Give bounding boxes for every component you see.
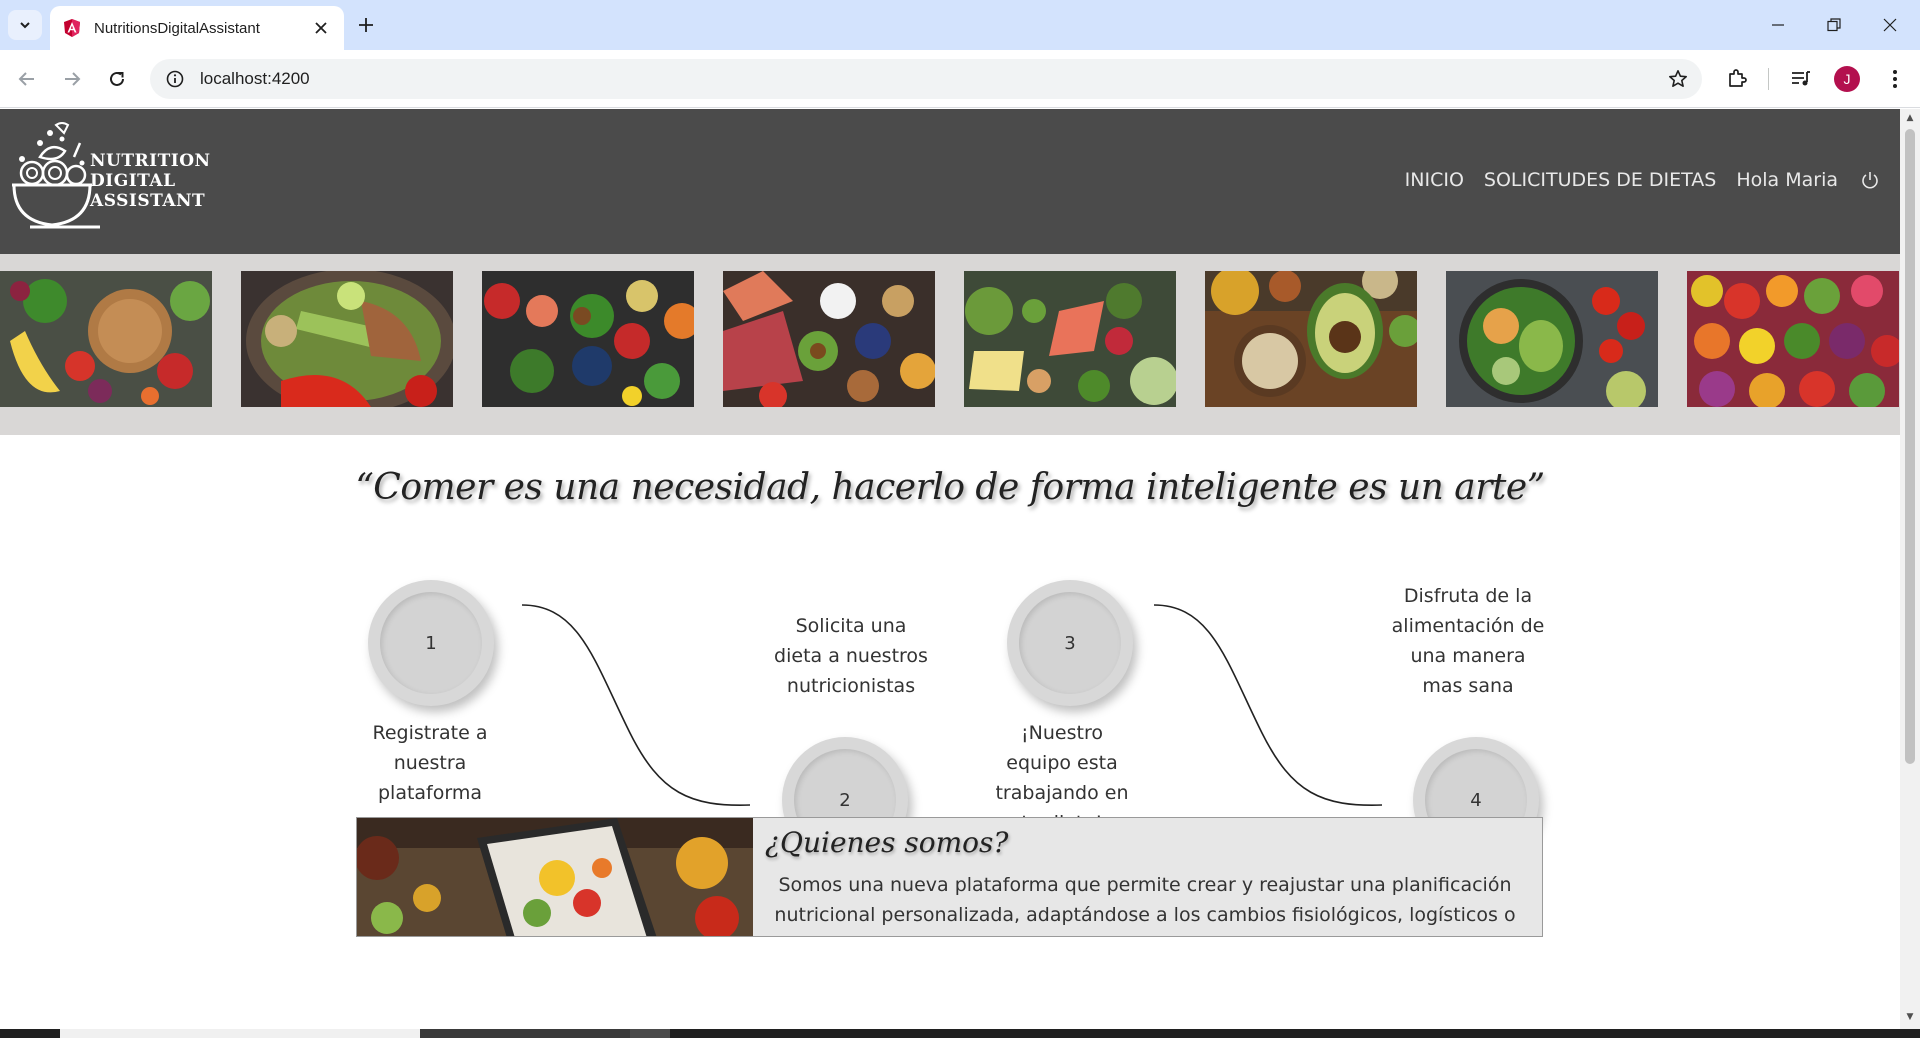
step-text-line: nuestra [393, 752, 467, 774]
scroll-up-arrow[interactable]: ▲ [1904, 113, 1916, 125]
arrow-left-icon [18, 72, 34, 86]
site-info-icon[interactable] [164, 68, 186, 90]
step-description: Disfruta de la alimentación de una maner… [1378, 581, 1558, 701]
taskbar-segment [60, 1029, 420, 1038]
food-photo [1205, 271, 1417, 407]
scroll-thumb[interactable] [1905, 129, 1915, 764]
os-taskbar-edge [0, 1029, 1920, 1038]
step-number: 3 [1019, 592, 1121, 694]
food-gallery [0, 254, 1900, 435]
arrow-right-icon [65, 72, 81, 86]
food-photo [482, 271, 694, 407]
step-text-line: una manera [1410, 645, 1526, 667]
nav-solicitudes-de-dietas[interactable]: SOLICITUDES DE DIETAS [1484, 169, 1716, 191]
tab-title: NutritionsDigitalAssistant [94, 19, 260, 37]
restore-button[interactable] [1806, 0, 1862, 50]
back-button[interactable] [10, 62, 44, 96]
media-control-icon[interactable] [1786, 64, 1816, 94]
step-text-line: trabajando en [995, 782, 1129, 804]
about-body-line: Somos una nueva plataforma que permite c… [778, 874, 1512, 896]
taskbar-segment [630, 1029, 670, 1038]
slogan-quote: “Comer es una necesidad, hacerlo de form… [355, 467, 1545, 508]
logo-text: NUTRITION DIGITAL ASSISTANT [90, 151, 211, 211]
step-text-line: alimentación de [1391, 615, 1545, 637]
food-photo [1687, 271, 1899, 407]
food-photo [0, 271, 212, 407]
logo-line: ASSISTANT [90, 191, 206, 211]
step-description: Solicita una dieta a nuestros nutricioni… [761, 611, 941, 701]
restore-icon [1827, 18, 1841, 32]
toolbar-divider [1768, 68, 1769, 90]
step-text-line: dieta a nuestros [774, 645, 928, 667]
kebab-menu-icon[interactable] [1880, 64, 1910, 94]
food-photo [1446, 271, 1658, 407]
about-title: ¿Quienes somos? [765, 826, 1009, 859]
tab-search-button[interactable] [8, 10, 42, 40]
page-viewport: NUTRITION DIGITAL ASSISTANT INICIO SOLIC… [0, 109, 1900, 1029]
step-number: 1 [380, 592, 482, 694]
new-tab-button[interactable] [352, 11, 380, 39]
user-greeting[interactable]: Hola Maria [1736, 169, 1838, 191]
browser-toolbar: localhost:4200 [0, 50, 1920, 108]
food-photo [241, 271, 453, 407]
star-icon[interactable] [1666, 67, 1690, 91]
food-photo [723, 271, 935, 407]
puzzle-icon[interactable] [1722, 64, 1752, 94]
step-text-line: Registrate a [372, 722, 488, 744]
main-nav: INICIO SOLICITUDES DE DIETAS Hola Maria [1405, 169, 1880, 191]
step-text-line: plataforma [377, 782, 483, 804]
logo-line: DIGITAL [90, 171, 176, 191]
chevron-down-icon [20, 22, 30, 29]
step-text-line: mas sana [1422, 675, 1514, 697]
minimize-button[interactable] [1750, 0, 1806, 50]
browser-tab-strip: NutritionsDigitalAssistant [0, 0, 1920, 50]
minimize-icon [1772, 24, 1784, 26]
step-text-line: Disfruta de la [1403, 585, 1533, 607]
site-header: NUTRITION DIGITAL ASSISTANT INICIO SOLIC… [0, 109, 1900, 254]
reload-button[interactable] [100, 62, 134, 96]
phone-food-image [357, 818, 753, 936]
step-text-line: ¡Nuestro [1021, 722, 1103, 744]
plus-icon [359, 18, 373, 32]
about-section: ¿Quienes somos? Somos una nueva platafor… [356, 817, 1543, 937]
about-body: Somos una nueva plataforma que permite c… [765, 870, 1525, 936]
power-icon[interactable] [1860, 170, 1880, 190]
browser-tab-active[interactable]: NutritionsDigitalAssistant [50, 6, 344, 50]
step-text-line: equipo esta [1006, 752, 1118, 774]
profile-avatar[interactable]: J [1834, 66, 1860, 92]
step-connector-line [521, 604, 751, 806]
step-circle: 3 [1007, 580, 1133, 706]
tab-close-button[interactable] [310, 17, 332, 39]
url-text[interactable]: localhost:4200 [200, 69, 310, 89]
scroll-down-arrow[interactable]: ▼ [1904, 1012, 1916, 1024]
page-scrollbar[interactable]: ▲ ▼ [1900, 109, 1920, 1029]
step-circle: 1 [368, 580, 494, 706]
close-icon [315, 22, 327, 34]
food-photo [964, 271, 1176, 407]
angular-favicon-icon [64, 19, 80, 37]
address-bar[interactable]: localhost:4200 [150, 59, 1702, 99]
step-connector-line [1153, 604, 1383, 806]
step-text-line: nutricionistas [786, 675, 916, 697]
about-body-line: nutricional personalizada, adaptándose a… [774, 904, 1516, 936]
forward-button[interactable] [55, 62, 89, 96]
nav-inicio[interactable]: INICIO [1405, 169, 1464, 191]
taskbar-segment [420, 1029, 630, 1038]
close-icon [1883, 18, 1897, 32]
logo-line: NUTRITION [90, 151, 211, 171]
reload-icon [110, 71, 124, 86]
step-text-line: Solicita una [795, 615, 907, 637]
close-window-button[interactable] [1862, 0, 1918, 50]
step-description: Registrate a nuestra plataforma [340, 718, 520, 808]
